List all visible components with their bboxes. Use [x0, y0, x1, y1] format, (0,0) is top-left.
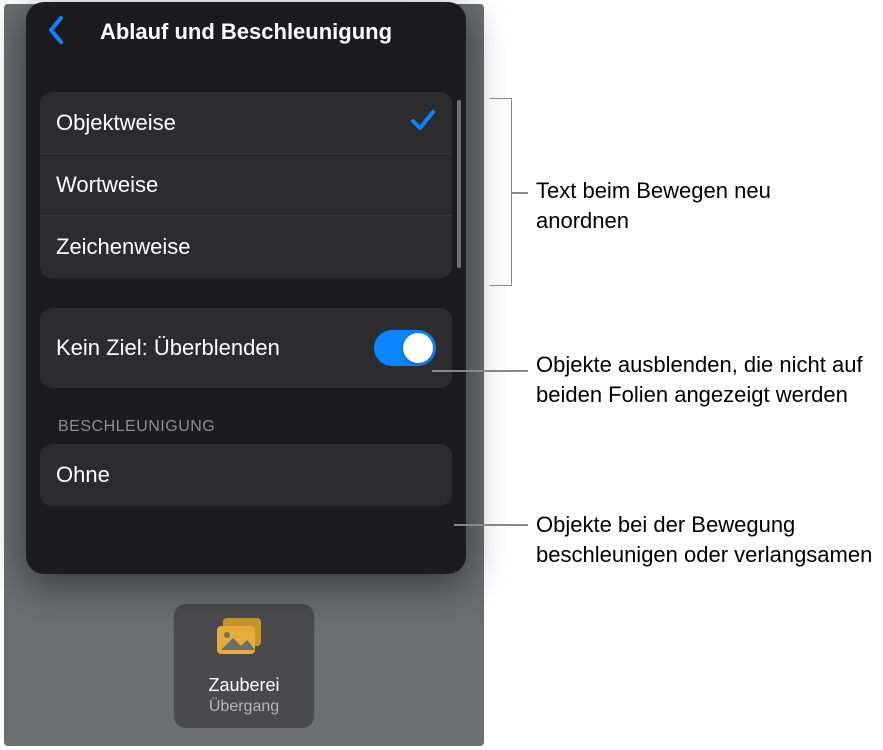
callout-a: Text beim Bewegen neu anordnen [536, 176, 856, 235]
thumb-title: Zauberei [208, 675, 279, 696]
thumb-subtitle: Übergang [209, 698, 279, 716]
callout-line-c [454, 524, 528, 526]
phone-pane: Zauberei Übergang Ablauf und Beschleunig… [4, 4, 484, 746]
fade-toggle[interactable] [374, 330, 436, 366]
delivery-by-character[interactable]: Zeichenweise [40, 216, 452, 278]
callout-c: Objekte bei der Bewegung beschleunigen o… [536, 510, 881, 569]
nav-bar: Ablauf und Beschleunigung [26, 2, 466, 62]
delivery-by-word[interactable]: Wortweise [40, 154, 452, 216]
callout-line-a [512, 192, 528, 194]
scroll-indicator[interactable] [457, 100, 461, 268]
acceleration-none[interactable]: Ohne [40, 444, 452, 506]
fade-label: Kein Ziel: Überblenden [56, 334, 280, 362]
acceleration-group: Ohne [40, 444, 452, 506]
row-label: Wortweise [56, 171, 158, 199]
chevron-left-icon [47, 16, 65, 49]
checkmark-icon [410, 107, 436, 139]
row-label: Zeichenweise [56, 233, 191, 261]
transition-thumbnail[interactable]: Zauberei Übergang [174, 604, 314, 728]
callout-bracket-a [490, 98, 512, 286]
back-button[interactable] [38, 14, 74, 50]
fade-group: Kein Ziel: Überblenden [40, 308, 452, 388]
popover: Ablauf und Beschleunigung Objektweise Wo… [26, 2, 466, 574]
page-title: Ablauf und Beschleunigung [100, 19, 392, 45]
delivery-by-object[interactable]: Objektweise [40, 92, 452, 154]
popover-content: Objektweise Wortweise Zeichenweise Kei [26, 92, 466, 506]
acceleration-header: BESCHLEUNIGUNG [40, 388, 452, 444]
row-label: Ohne [56, 461, 110, 489]
photos-icon [215, 616, 273, 665]
fade-unmatched-row: Kein Ziel: Überblenden [40, 308, 452, 388]
callout-b: Objekte ausblenden, die nicht auf beiden… [536, 350, 876, 409]
toggle-knob [403, 333, 433, 363]
row-label: Objektweise [56, 109, 176, 137]
delivery-group: Objektweise Wortweise Zeichenweise [40, 92, 452, 278]
callout-line-b [432, 370, 528, 372]
